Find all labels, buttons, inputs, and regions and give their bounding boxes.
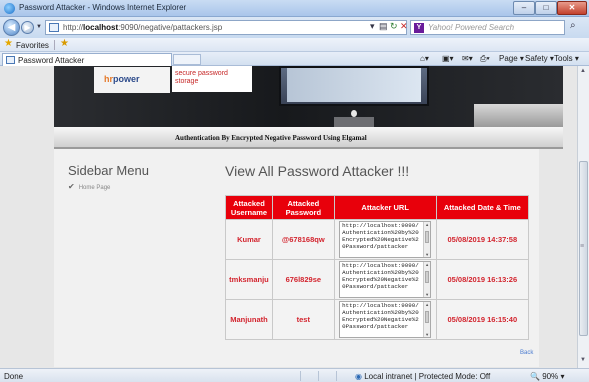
textarea-scrollbar[interactable]: ▲ ▼: [423, 262, 431, 297]
check-icon: ✔: [68, 182, 75, 191]
column-header: Attacked Username: [225, 195, 273, 220]
page-content: hrpower secure password storage Authenti…: [0, 66, 577, 368]
date-cell: 05/08/2019 14:37:58: [435, 219, 530, 260]
status-bar: Done ◉ Local intranet | Protected Mode: …: [0, 368, 589, 382]
textarea-scrollbar[interactable]: ▲ ▼: [423, 222, 431, 257]
search-placeholder: Yahoo! Powered Search: [428, 23, 515, 32]
date-cell: 05/08/2019 16:15:40: [435, 299, 530, 340]
print-icon[interactable]: ⎙▾: [480, 54, 490, 64]
refresh-icon[interactable]: ↻: [390, 21, 398, 32]
minimize-button[interactable]: –: [513, 1, 535, 15]
page-menu[interactable]: Page ▾: [499, 54, 524, 63]
mail-icon[interactable]: ✉▾: [462, 54, 473, 63]
back-button[interactable]: ◀: [3, 19, 20, 36]
table-row: Kumar @678168qw http://localhost:9090/Au…: [225, 219, 530, 260]
attacker-url-textarea[interactable]: http://localhost:9090/Authentication%20b…: [339, 221, 432, 258]
favorites-star-icon[interactable]: ★: [4, 38, 13, 49]
close-button[interactable]: ✕: [557, 1, 587, 15]
address-toolbar: ◀ ▶ ▼ http://localhost:9090/negative/pat…: [0, 17, 589, 38]
attacker-url-textarea[interactable]: http://localhost:9090/Authentication%20b…: [339, 261, 432, 298]
home-icon[interactable]: ⌂▾: [420, 54, 429, 63]
page-scrollbar[interactable]: ▲ ≡ ▼: [577, 66, 589, 368]
username-cell: Manjunath: [225, 299, 273, 340]
maximize-button[interactable]: □: [535, 1, 557, 15]
sidebar-title: Sidebar Menu: [68, 163, 149, 178]
scrollbar-grip: ≡: [580, 243, 585, 250]
main-card: Sidebar Menu ✔ Home Page View All Passwor…: [54, 149, 539, 367]
history-dropdown-icon[interactable]: ▼: [36, 24, 42, 30]
attacker-table: Attacked Username Attacked Password Atta…: [225, 195, 530, 340]
favorites-button[interactable]: Favorites: [16, 41, 49, 50]
site-subtitle: Authentication By Encrypted Negative Pas…: [175, 134, 367, 142]
tab-bar: Password Attacker ⌂▾ ▣▾ ✉▾ ⎙▾ Page ▾ Saf…: [0, 52, 589, 66]
back-link[interactable]: Back: [520, 350, 533, 356]
zoom-level[interactable]: 🔍 90% ▾: [530, 372, 564, 381]
address-dropdown-icon[interactable]: ▾: [370, 21, 375, 32]
scroll-down-arrow[interactable]: ▼: [580, 357, 586, 363]
window-titlebar: Password Attacker - Windows Internet Exp…: [0, 0, 589, 17]
tab-label: Password Attacker: [18, 56, 85, 65]
forward-button[interactable]: ▶: [21, 21, 34, 34]
password-cell: test: [271, 299, 335, 340]
internet-explorer-icon: [4, 3, 15, 14]
new-tab-button[interactable]: [173, 54, 201, 65]
stop-icon[interactable]: ✕: [400, 21, 408, 32]
textarea-scrollbar[interactable]: ▲ ▼: [423, 302, 431, 337]
keyboard-image: [474, 104, 563, 127]
search-icon[interactable]: ⌕: [570, 20, 576, 31]
page-title: View All Password Attacker !!!: [225, 163, 410, 179]
tab-password-attacker[interactable]: Password Attacker: [2, 53, 172, 66]
attacker-url-textarea[interactable]: http://localhost:9090/Authentication%20b…: [339, 301, 432, 338]
favorites-divider: [54, 40, 55, 50]
page-icon: [49, 23, 59, 32]
favorites-bar: ★ Favorites ★: [0, 38, 589, 52]
address-url[interactable]: http://localhost:9090/negative/pattacker…: [63, 23, 222, 32]
compatibility-view-icon[interactable]: ▤: [379, 21, 388, 32]
apple-logo-icon: [351, 110, 357, 117]
tab-page-icon: [6, 56, 15, 64]
subtitle-bar: Authentication By Encrypted Negative Pas…: [54, 127, 563, 149]
feeds-icon[interactable]: ▣▾: [442, 54, 454, 63]
status-text: Done: [4, 372, 24, 381]
column-header: Attacked Password: [271, 195, 335, 220]
table-row: Manjunath test http://localhost:9090/Aut…: [225, 299, 530, 340]
banner-tagline: secure password storage: [172, 66, 252, 92]
scroll-up-arrow[interactable]: ▲: [580, 68, 586, 74]
password-cell: @678168qw: [271, 219, 335, 260]
username-cell: Kumar: [225, 219, 273, 260]
column-header: Attacker URL: [333, 195, 437, 220]
zoom-icon: 🔍: [530, 372, 540, 381]
security-zone: ◉ Local intranet | Protected Mode: Off: [355, 372, 491, 381]
window-title: Password Attacker - Windows Internet Exp…: [19, 3, 187, 12]
search-input[interactable]: Y Yahoo! Powered Search: [410, 20, 565, 35]
monitor-image: [279, 66, 429, 106]
table-row: tmksmanju 676l829se http://localhost:909…: [225, 259, 530, 300]
safety-menu[interactable]: Safety ▾: [525, 54, 554, 63]
tools-menu[interactable]: Tools ▾: [554, 54, 579, 63]
hrpower-logo: hrpower: [94, 67, 170, 93]
password-cell: 676l829se: [271, 259, 335, 300]
globe-icon: ◉: [355, 372, 362, 381]
date-cell: 05/08/2019 16:13:26: [435, 259, 530, 300]
table-header-row: Attacked Username Attacked Password Atta…: [225, 195, 530, 220]
header-banner: hrpower secure password storage: [54, 66, 563, 127]
username-cell: tmksmanju: [225, 259, 273, 300]
yahoo-icon: Y: [414, 23, 424, 33]
sidebar-home-link[interactable]: ✔ Home Page: [68, 182, 110, 191]
address-bar[interactable]: http://localhost:9090/negative/pattacker…: [45, 20, 407, 35]
add-favorite-icon[interactable]: ★: [60, 38, 69, 49]
column-header: Attacked Date & Time: [435, 195, 530, 220]
